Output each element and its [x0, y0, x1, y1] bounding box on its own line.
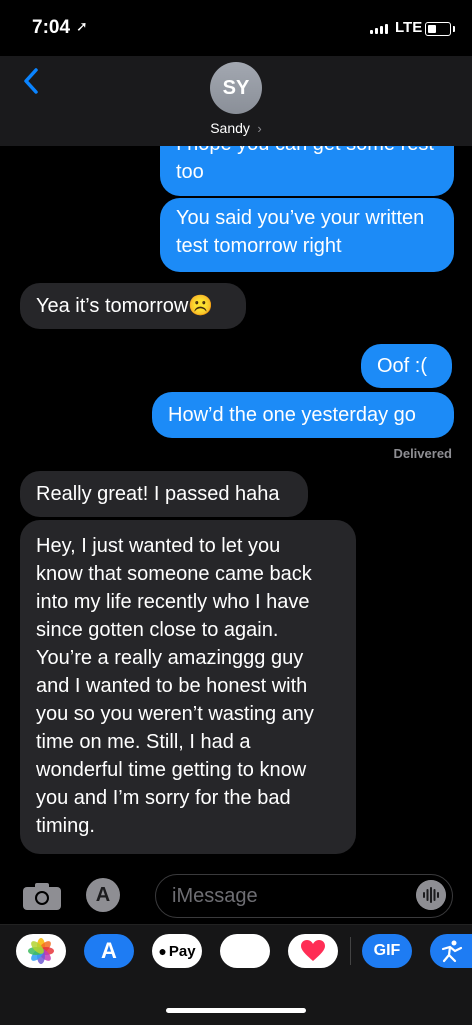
message-line: You said you’ve your written — [176, 207, 425, 229]
message-line: You’re a really amazinggg guy — [36, 647, 304, 669]
drawer-separator — [350, 937, 351, 965]
conversation-header: SY Sandy › — [0, 56, 472, 146]
message-bubble[interactable]: Hey, I just wanted to let you know that … — [20, 520, 356, 854]
message-line: Oof :( — [377, 355, 428, 377]
message-line: time on me. Still, I had a — [36, 731, 251, 753]
compose-bar: A iMessage — [0, 868, 472, 924]
message-line: Hey, I just wanted to let you — [36, 535, 281, 557]
message-line: into my life recently who I have — [36, 591, 310, 613]
running-figure-icon — [441, 940, 463, 963]
network-label: LTE — [395, 19, 423, 36]
message-line: Really great! I passed haha — [36, 483, 280, 505]
status-time: 7:04 — [32, 17, 71, 38]
message-placeholder: iMessage — [172, 885, 258, 907]
message-line: know that someone came back — [36, 563, 312, 585]
monkey-icon: 🐵 — [231, 937, 259, 965]
apple-pay-label: Pay — [168, 942, 196, 960]
message-bubble[interactable]: You said you’ve your written test tomorr… — [160, 198, 454, 272]
app-store-app-button[interactable]: A — [84, 934, 134, 968]
animoji-button[interactable]: 🐵 — [220, 934, 270, 968]
message-thread[interactable]: I hope you can get some rest too You sai… — [0, 146, 472, 866]
contact-name: Sandy — [210, 120, 250, 136]
fitness-app-button[interactable] — [430, 934, 472, 968]
message-bubble[interactable]: Yea it’s tomorrow☹️ — [20, 283, 246, 329]
message-bubble[interactable]: Really great! I passed haha — [20, 471, 308, 517]
app-drawer: A ● Pay 🐵 GIF — [0, 924, 472, 1025]
app-store-drawer-icon: A — [101, 938, 117, 963]
message-line: test tomorrow right — [176, 235, 342, 257]
digital-touch-button[interactable] — [288, 934, 338, 968]
apple-logo-icon: ● — [158, 943, 167, 959]
gif-app-button[interactable]: GIF — [362, 934, 412, 968]
message-line: you so you weren’t wasting any — [36, 703, 314, 725]
gif-label: GIF — [373, 942, 401, 959]
photos-app-button[interactable] — [16, 934, 66, 968]
contact-name-button[interactable]: Sandy › — [0, 120, 472, 136]
battery-icon — [425, 22, 455, 36]
message-line: Yea it’s tomorrow☹️ — [36, 295, 214, 317]
chevron-right-icon: › — [253, 121, 262, 136]
heart-icon — [301, 940, 325, 961]
status-bar: 7:04 ➚ LTE — [0, 0, 472, 56]
message-line: you and I’m sorry for the bad — [36, 787, 291, 809]
back-chevron-icon[interactable] — [18, 66, 48, 96]
audio-waveform-icon[interactable] — [416, 880, 446, 910]
message-line: wonderful time getting to know — [36, 759, 307, 781]
message-line: since gotten close to again. — [36, 619, 279, 641]
message-bubble[interactable]: I hope you can get some rest too — [160, 146, 454, 196]
location-arrow-icon: ➚ — [76, 18, 88, 34]
message-line: timing. — [36, 815, 95, 837]
message-line: too — [176, 161, 204, 183]
camera-icon[interactable] — [22, 881, 62, 911]
signal-bars-icon — [370, 24, 388, 34]
app-store-icon: A — [95, 883, 111, 906]
message-input[interactable]: iMessage — [155, 874, 453, 918]
contact-avatar[interactable]: SY — [210, 62, 262, 114]
apple-pay-button[interactable]: ● Pay — [152, 934, 202, 968]
message-line: How’d the one yesterday go — [168, 404, 416, 426]
home-indicator[interactable] — [166, 1008, 306, 1013]
delivered-status: Delivered — [393, 446, 452, 461]
message-bubble[interactable]: How’d the one yesterday go — [152, 392, 454, 438]
app-store-button[interactable]: A — [86, 878, 120, 912]
message-line: I hope you can get some rest — [176, 146, 438, 158]
message-bubble[interactable]: Oof :( — [361, 344, 452, 388]
photos-icon — [28, 938, 54, 964]
message-line: and I wanted to be honest with — [36, 675, 308, 697]
